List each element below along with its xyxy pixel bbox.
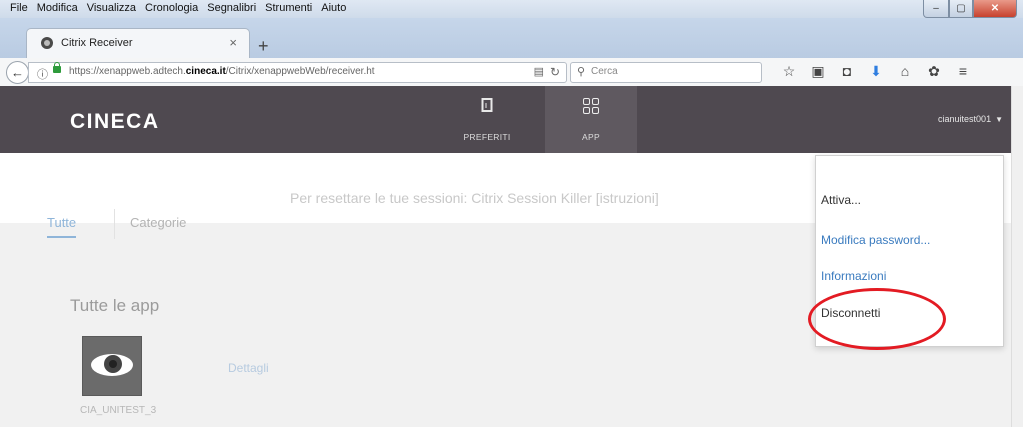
search-placeholder: Cerca — [591, 66, 618, 77]
user-menu[interactable]: cianuitest001 ▼ — [938, 114, 1003, 124]
menu-bar: File Modifica Visualizza Cronologia Segn… — [0, 0, 1023, 18]
back-button[interactable]: ← — [6, 61, 29, 84]
menu-visualizza[interactable]: Visualizza — [87, 2, 136, 14]
menu-cronologia[interactable]: Cronologia — [145, 2, 198, 14]
cineca-logo: CINECA — [70, 110, 160, 133]
subtab-divider — [114, 209, 115, 239]
menu-modifica[interactable]: Modifica — [37, 2, 78, 14]
close-tab-icon[interactable]: × — [229, 35, 237, 50]
menu-item-modifica-password[interactable]: Modifica password... — [821, 233, 930, 247]
url-text: https://xenappweb.adtech.cineca.it/Citri… — [69, 66, 375, 77]
session-reset-notice[interactable]: Per resettare le tue sessioni: Citrix Se… — [290, 190, 659, 206]
maximize-button[interactable]: ▢ — [949, 0, 973, 18]
menu-strumenti[interactable]: Strumenti — [265, 2, 312, 14]
subtab-categorie[interactable]: Categorie — [130, 215, 186, 230]
bookmark-star-icon[interactable]: ☆ — [782, 63, 796, 80]
home-icon[interactable]: ⌂ — [898, 63, 912, 80]
bookmarks-library-icon[interactable]: ▣ — [811, 63, 825, 80]
tab-title: Citrix Receiver — [61, 37, 133, 49]
info-icon[interactable]: ⓘ — [37, 66, 48, 82]
addon-icon[interactable]: ✿ — [927, 63, 941, 80]
app-tile-icon[interactable] — [82, 336, 142, 396]
menu-aiuto[interactable]: Aiuto — [321, 2, 346, 14]
menu-item-informazioni[interactable]: Informazioni — [821, 269, 886, 283]
details-link[interactable]: Dettagli — [228, 361, 269, 375]
reload-icon[interactable]: ↻ — [550, 65, 560, 79]
menu-hamburger-icon[interactable]: ≡ — [956, 63, 970, 80]
menu-file[interactable]: File — [10, 2, 28, 14]
menu-item-attiva[interactable]: Attiva... — [821, 193, 861, 207]
apps-grid-icon — [583, 98, 599, 114]
tab-app[interactable]: APP — [545, 86, 637, 153]
browser-tab[interactable]: Citrix Receiver × — [26, 28, 250, 59]
navigation-bar: ← ⓘ https://xenappweb.adtech.cineca.it/C… — [0, 58, 1023, 87]
lock-icon — [53, 62, 61, 73]
annotation-circle — [808, 288, 946, 350]
new-tab-icon[interactable]: + — [258, 36, 269, 57]
minimize-button[interactable]: – — [923, 0, 949, 18]
tab-preferiti[interactable]: PREFERITI — [441, 86, 533, 153]
pocket-icon[interactable]: ◘ — [840, 63, 854, 80]
tab-strip: Citrix Receiver × + — [0, 18, 1023, 59]
tab-app-label: APP — [582, 132, 600, 142]
bookmark-icon — [481, 98, 493, 112]
app-header: CINECA PREFERITI APP cianuitest001 ▼ — [0, 86, 1011, 153]
search-bar[interactable]: ⚲ Cerca — [570, 62, 762, 83]
reader-view-icon[interactable]: ▤ — [534, 65, 544, 78]
chevron-down-icon: ▼ — [995, 115, 1003, 124]
subtab-tutte[interactable]: Tutte — [47, 215, 77, 238]
close-window-button[interactable]: ✕ — [973, 0, 1017, 18]
scrollbar[interactable] — [1011, 86, 1023, 427]
username: cianuitest001 — [938, 114, 992, 124]
download-icon[interactable]: ⬇ — [869, 63, 883, 80]
citrix-favicon-icon — [41, 37, 53, 49]
search-icon: ⚲ — [577, 66, 586, 78]
tab-preferiti-label: PREFERITI — [463, 132, 511, 142]
app-name: CIA_UNITEST_3 — [80, 405, 157, 416]
section-title: Tutte le app — [70, 296, 160, 315]
url-bar[interactable]: ⓘ https://xenappweb.adtech.cineca.it/Cit… — [28, 62, 567, 83]
menu-segnalibri[interactable]: Segnalibri — [207, 2, 256, 14]
